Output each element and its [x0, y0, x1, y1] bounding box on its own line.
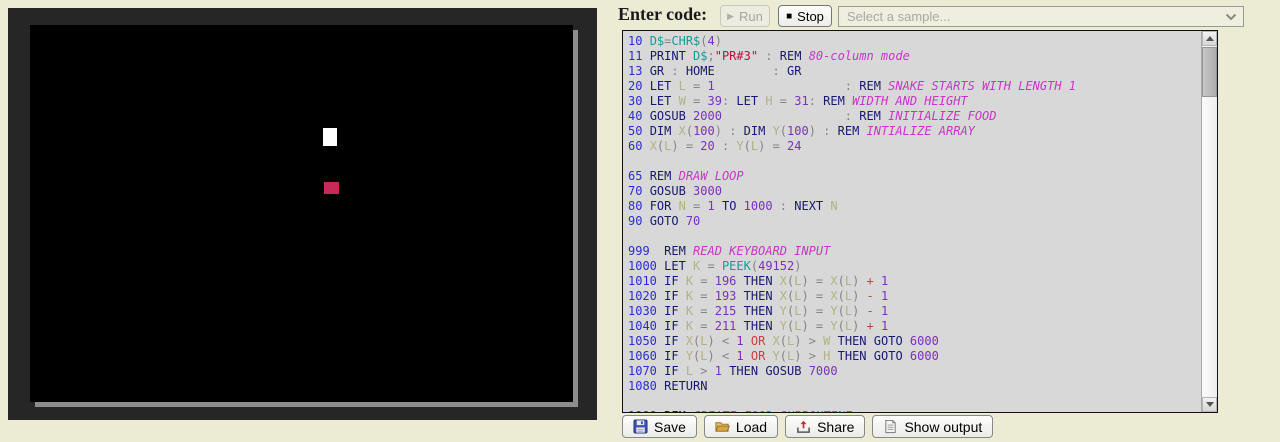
emulator-bezel — [8, 8, 597, 420]
output-document-icon — [883, 419, 898, 434]
code-line[interactable]: 999 REM READ KEYBOARD INPUT — [628, 244, 1201, 259]
show-output-button-label: Show output — [904, 419, 982, 435]
code-line[interactable] — [628, 154, 1201, 169]
snake-segment-block — [323, 128, 337, 146]
share-button[interactable]: Share — [785, 415, 865, 438]
code-line[interactable]: 1080 RETURN — [628, 379, 1201, 394]
code-line[interactable]: 20 LET L = 1 : REM SNAKE STARTS WITH LEN… — [628, 79, 1201, 94]
code-line[interactable]: 40 GOSUB 2000 : REM INITIALIZE FOOD — [628, 109, 1201, 124]
code-editor[interactable]: 10 D$=CHR$(4)11 PRINT D$;"PR#3" : REM 80… — [622, 30, 1218, 413]
scrollbar-thumb[interactable] — [1202, 47, 1217, 97]
share-button-label: Share — [817, 419, 854, 435]
open-folder-icon — [715, 419, 730, 434]
code-line[interactable]: 80 FOR N = 1 TO 1000 : NEXT N — [628, 199, 1201, 214]
code-line[interactable]: 11 PRINT D$;"PR#3" : REM 80-column mode — [628, 49, 1201, 64]
code-line[interactable]: 10 D$=CHR$(4) — [628, 34, 1201, 49]
code-line[interactable]: 60 X(L) = 20 : Y(L) = 24 — [628, 139, 1201, 154]
code-line[interactable] — [628, 394, 1201, 409]
scrollbar-down-button[interactable] — [1202, 397, 1217, 412]
scrollbar-track[interactable] — [1202, 46, 1217, 397]
save-button[interactable]: Save — [622, 415, 697, 438]
code-line[interactable]: 1999 REM CREATE FOOD SUBROUTINE — [628, 409, 1201, 412]
save-button-label: Save — [654, 419, 686, 435]
run-button[interactable]: ▶ Run — [720, 5, 770, 27]
code-line[interactable]: 1040 IF K = 211 THEN Y(L) = Y(L) + 1 — [628, 319, 1201, 334]
load-button-label: Load — [736, 419, 767, 435]
food-block — [324, 182, 339, 194]
share-upload-icon — [796, 419, 811, 434]
code-line[interactable]: 30 LET W = 39: LET H = 31: REM WIDTH AND… — [628, 94, 1201, 109]
stop-square-icon: ■ — [786, 11, 792, 22]
sample-select[interactable]: Select a sample... — [838, 6, 1244, 27]
emulator-screen[interactable] — [30, 25, 573, 402]
triangle-down-icon — [1206, 402, 1214, 407]
jsbasic-page: { "header": { "title": "Enter code:", "r… — [0, 0, 1280, 442]
code-line[interactable]: 1020 IF K = 193 THEN X(L) = X(L) - 1 — [628, 289, 1201, 304]
load-button[interactable]: Load — [704, 415, 778, 438]
stop-button[interactable]: ■ Stop — [778, 5, 832, 27]
floppy-disk-icon — [633, 419, 648, 434]
editor-actions: Save Load Share Show output — [622, 415, 993, 438]
run-button-label: Run — [739, 9, 763, 24]
show-output-button[interactable]: Show output — [872, 415, 993, 438]
editor-scrollbar[interactable] — [1201, 31, 1217, 412]
code-line[interactable]: 1030 IF K = 215 THEN Y(L) = Y(L) - 1 — [628, 304, 1201, 319]
scrollbar-up-button[interactable] — [1202, 31, 1217, 46]
code-line[interactable]: 50 DIM X(100) : DIM Y(100) : REM INTIALI… — [628, 124, 1201, 139]
sample-select-placeholder: Select a sample... — [847, 9, 950, 24]
code-line[interactable]: 13 GR : HOME : GR — [628, 64, 1201, 79]
code-line[interactable]: 65 REM DRAW LOOP — [628, 169, 1201, 184]
chevron-down-icon — [1225, 13, 1237, 21]
code-line[interactable] — [628, 229, 1201, 244]
page-title: Enter code: — [618, 4, 707, 25]
stop-button-label: Stop — [797, 9, 824, 24]
code-line[interactable]: 1060 IF Y(L) < 1 OR Y(L) > H THEN GOTO 6… — [628, 349, 1201, 364]
code-line[interactable]: 1050 IF X(L) < 1 OR X(L) > W THEN GOTO 6… — [628, 334, 1201, 349]
code-line[interactable]: 90 GOTO 70 — [628, 214, 1201, 229]
code-line[interactable]: 1070 IF L > 1 THEN GOSUB 7000 — [628, 364, 1201, 379]
triangle-up-icon — [1206, 36, 1214, 41]
code-line[interactable]: 1000 LET K = PEEK(49152) — [628, 259, 1201, 274]
code-line[interactable]: 1010 IF K = 196 THEN X(L) = X(L) + 1 — [628, 274, 1201, 289]
play-icon: ▶ — [727, 11, 734, 22]
code-line[interactable]: 70 GOSUB 3000 — [628, 184, 1201, 199]
code-lines[interactable]: 10 D$=CHR$(4)11 PRINT D$;"PR#3" : REM 80… — [623, 31, 1201, 412]
